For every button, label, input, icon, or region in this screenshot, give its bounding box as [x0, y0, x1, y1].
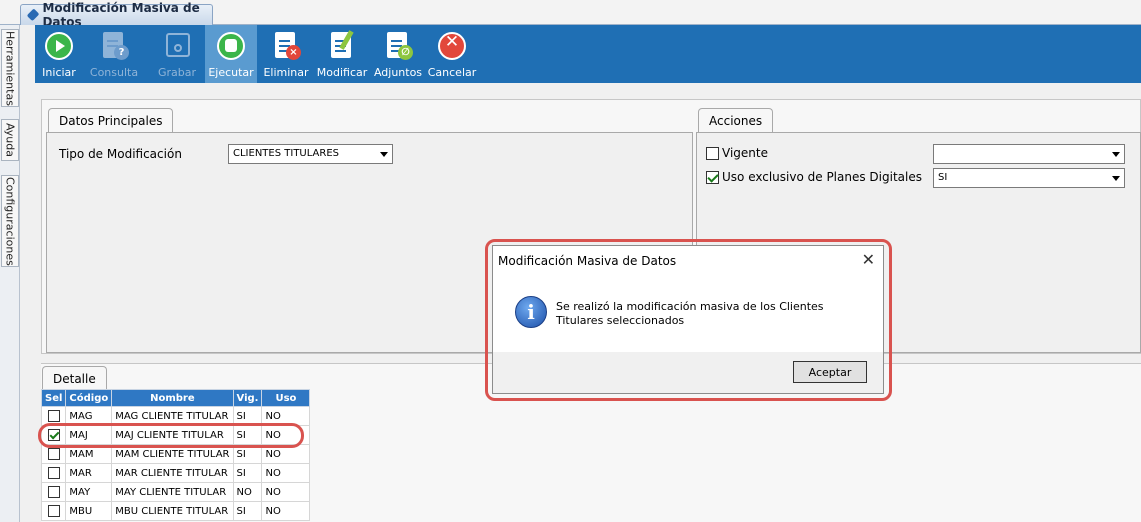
table-row[interactable]: MAY MAY CLIENTE TITULAR NO NO: [40, 482, 311, 502]
tab-detalle[interactable]: Detalle: [42, 366, 107, 391]
dialog-title: Modificación Masiva de Datos: [498, 254, 677, 268]
message-dialog: Modificación Masiva de Datos ✕ i Se real…: [492, 245, 884, 394]
cell-uso: NO: [261, 501, 311, 521]
cell-vig: SI: [232, 501, 263, 521]
cell-codigo: MAY: [65, 482, 113, 502]
side-tab-configuraciones[interactable]: Configuraciones: [1, 175, 19, 267]
side-panel: Herramientas Ayuda Configuraciones: [0, 25, 20, 522]
uso-exclusivo-label: Uso exclusivo de Planes Digitales: [722, 170, 922, 184]
chevron-down-icon: [1112, 176, 1120, 181]
side-tab-ayuda[interactable]: Ayuda: [1, 119, 19, 161]
tab-label: Datos Principales: [59, 114, 163, 128]
tab-acciones[interactable]: Acciones: [698, 108, 774, 133]
cell-codigo: MAR: [65, 463, 113, 483]
info-icon: i: [515, 296, 547, 328]
tipo-modificacion-label: Tipo de Modificación: [59, 147, 182, 161]
tab-label: Detalle: [53, 372, 96, 386]
delete-document-icon: ×: [270, 30, 302, 62]
modificar-button[interactable]: Modificar: [316, 25, 368, 83]
cell-uso: NO: [261, 482, 311, 502]
grabar-button[interactable]: Grabar: [157, 25, 197, 83]
edit-document-icon: [326, 30, 358, 62]
side-tab-label: Herramientas: [3, 30, 17, 106]
consulta-label: Consulta: [89, 66, 139, 79]
chevron-down-icon: [1112, 152, 1120, 157]
cancel-icon: ✕: [436, 30, 468, 62]
aceptar-button[interactable]: Aceptar: [793, 361, 867, 383]
row-select-cell: [40, 482, 67, 502]
vigente-select[interactable]: [933, 144, 1125, 164]
close-icon[interactable]: ✕: [862, 250, 875, 269]
cell-codigo: MBU: [65, 501, 113, 521]
cell-nombre: MAY CLIENTE TITULAR: [111, 482, 234, 502]
ejecutar-button[interactable]: Ejecutar: [205, 25, 257, 83]
vigente-label: Vigente: [722, 146, 768, 160]
cancelar-label: Cancelar: [427, 66, 477, 79]
save-icon: [161, 30, 193, 62]
detalle-table: Sel Código Nombre Vig. Uso MAG MAG CLIENT…: [40, 389, 311, 521]
uso-exclusivo-value: SI: [938, 172, 948, 183]
vigente-checkbox[interactable]: [706, 147, 719, 160]
row-checkbox[interactable]: [47, 486, 60, 498]
modificar-label: Modificar: [316, 66, 368, 79]
adjuntos-button[interactable]: ∅ Adjuntos: [374, 25, 422, 83]
tipo-modificacion-select[interactable]: CLIENTES TITULARES: [228, 144, 393, 164]
cell-nombre: MBU CLIENTE TITULAR: [111, 501, 234, 521]
tab-datos-principales[interactable]: Datos Principales: [48, 108, 174, 133]
play-icon: [43, 30, 75, 62]
cell-vig: NO: [232, 482, 263, 502]
tipo-modificacion-value: CLIENTES TITULARES: [233, 148, 339, 159]
dialog-footer: Aceptar: [493, 352, 883, 393]
eliminar-button[interactable]: × Eliminar: [263, 25, 309, 83]
tab-diamond-icon: [26, 8, 40, 22]
eliminar-label: Eliminar: [263, 66, 309, 79]
cell-vig: SI: [232, 463, 263, 483]
table-header-row: Sel Código Nombre Vig. Uso: [40, 389, 311, 407]
side-tab-label: Configuraciones: [3, 176, 17, 266]
row-checkbox[interactable]: [47, 448, 60, 460]
col-header-nombre[interactable]: Nombre: [111, 389, 234, 407]
side-tab-label: Ayuda: [3, 123, 17, 157]
document-tab-strip: Modificación Masiva de Datos: [0, 0, 1141, 29]
ejecutar-label: Ejecutar: [208, 66, 254, 79]
table-row[interactable]: MAR MAR CLIENTE TITULAR SI NO: [40, 463, 311, 483]
side-tab-herramientas[interactable]: Herramientas: [1, 29, 19, 107]
cell-nombre: MAR CLIENTE TITULAR: [111, 463, 234, 483]
cancelar-button[interactable]: ✕ Cancelar: [428, 25, 476, 83]
cell-uso: NO: [261, 463, 311, 483]
thumbs-up-icon: [215, 30, 247, 62]
adjuntos-label: Adjuntos: [373, 66, 423, 79]
attachment-document-icon: ∅: [382, 30, 414, 62]
col-header-sel[interactable]: Sel: [40, 389, 67, 407]
row-checkbox[interactable]: [47, 467, 60, 479]
iniciar-label: Iniciar: [42, 66, 76, 79]
grabar-label: Grabar: [157, 66, 197, 79]
col-header-vig[interactable]: Vig.: [232, 389, 263, 407]
consulta-button[interactable]: ? Consulta: [89, 25, 139, 83]
uso-exclusivo-checkbox[interactable]: [706, 171, 719, 184]
main-toolbar: Iniciar ? Consulta Grabar Ejecutar × Eli…: [35, 25, 1141, 83]
row-select-cell: [40, 501, 67, 521]
col-header-uso[interactable]: Uso: [261, 389, 311, 407]
tab-label: Acciones: [709, 114, 763, 128]
table-row[interactable]: MBU MBU CLIENTE TITULAR SI NO: [40, 501, 311, 521]
row-checkbox[interactable]: [47, 505, 60, 517]
uso-exclusivo-select[interactable]: SI: [933, 168, 1125, 188]
dialog-message: Se realizó la modificación masiva de los…: [556, 300, 824, 327]
selected-row-highlight: [38, 423, 304, 448]
row-checkbox[interactable]: [47, 410, 60, 422]
query-document-icon: ?: [98, 30, 130, 62]
document-tab[interactable]: Modificación Masiva de Datos: [20, 1, 213, 29]
chevron-down-icon: [380, 152, 388, 157]
col-header-codigo[interactable]: Código: [65, 389, 113, 407]
iniciar-button[interactable]: Iniciar: [39, 25, 79, 83]
row-select-cell: [40, 463, 67, 483]
